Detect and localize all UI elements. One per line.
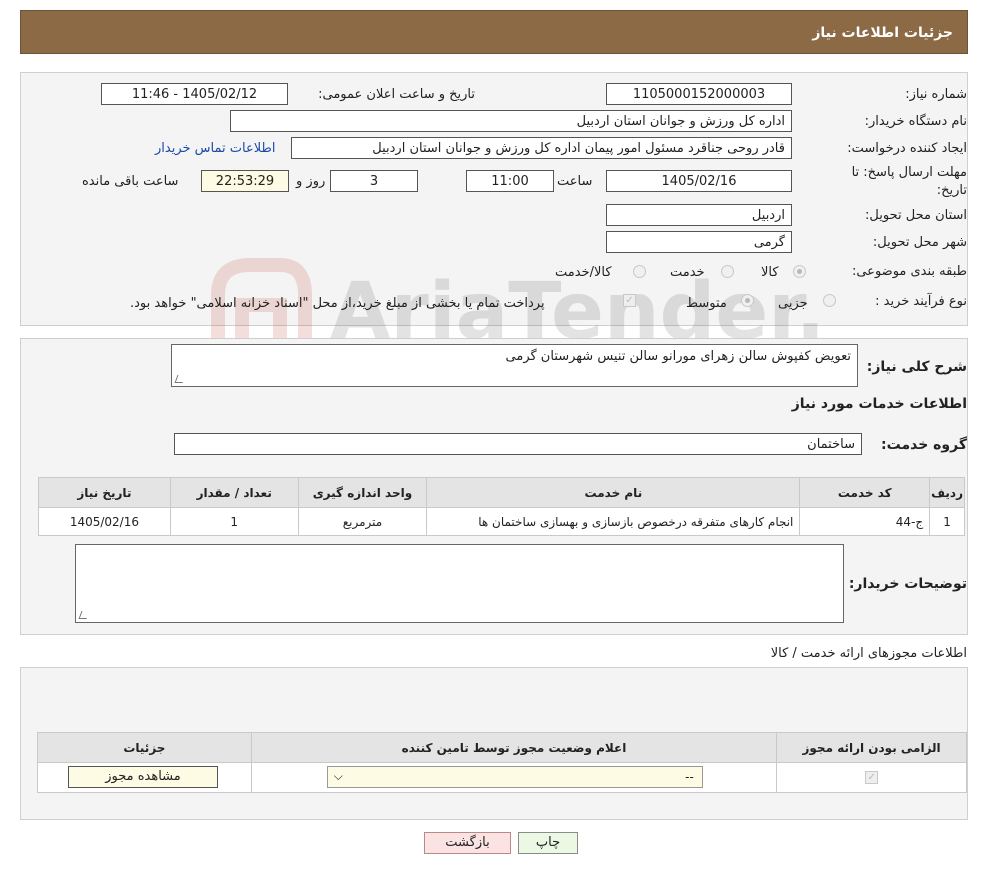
cell-permit-required: ✓: [776, 762, 967, 793]
services-table-header: ردیف کد خدمت نام خدمت واحد اندازه گیری ت…: [38, 477, 965, 508]
deadline-date-field: 1405/02/16: [606, 170, 792, 192]
payment-note: پرداخت تمام یا بخشی از مبلغ خرید،از محل …: [130, 296, 545, 311]
creator-label: ایجاد کننده درخواست:: [847, 141, 967, 156]
permits-table: الزامی بودن ارائه مجوز اعلام وضعیت مجوز …: [37, 732, 967, 793]
buyer-notes-textarea[interactable]: [75, 544, 844, 623]
deadline-time-field: 11:00: [466, 170, 554, 192]
deadline-label: مهلت ارسال پاسخ: تا: [851, 165, 967, 180]
category-radio-goods[interactable]: [793, 265, 806, 278]
summary-textarea[interactable]: تعویض کفپوش سالن زهرای مورانو سالن تنیس …: [171, 344, 858, 387]
col-quantity: تعداد / مقدار: [169, 477, 299, 508]
permits-section-title: اطلاعات مجوزهای ارائه خدمت / کالا: [770, 646, 967, 661]
view-permit-button[interactable]: مشاهده مجوز: [68, 766, 218, 788]
announce-date-label: تاریخ و ساعت اعلان عمومی:: [318, 87, 475, 102]
table-row: 1 ج-44 انجام کارهای متفرقه درخصوص بازساز…: [38, 507, 965, 536]
category-radio-goods-service[interactable]: [633, 265, 646, 278]
service-group-label: گروه خدمت:: [881, 437, 967, 453]
cell-permit-details: مشاهده مجوز: [37, 762, 252, 793]
province-label: استان محل تحویل:: [865, 208, 967, 223]
buyer-notes-label: توضیحات خریدار:: [848, 576, 967, 592]
col-permit-status: اعلام وضعیت مجوز توسط تامین کننده: [250, 732, 778, 763]
category-label: طبقه بندی موضوعی:: [851, 264, 967, 279]
cell-service-code: ج-44: [799, 507, 931, 536]
resize-grip-icon[interactable]: [174, 375, 186, 383]
need-number-label: شماره نیاز:: [905, 87, 967, 102]
category-option-service: خدمت: [670, 265, 705, 280]
col-permit-required: الزامی بودن ارائه مجوز: [776, 732, 967, 763]
buyer-org-field: اداره کل ورزش و جوانان استان اردبیل: [230, 110, 792, 132]
province-field: اردبیل: [606, 204, 792, 226]
process-radio-minor[interactable]: [823, 294, 836, 307]
resize-grip-icon[interactable]: [78, 611, 90, 619]
category-option-goods: کالا: [761, 265, 779, 280]
cell-row-number: 1: [929, 507, 965, 536]
back-button[interactable]: بازگشت: [424, 832, 511, 854]
col-unit: واحد اندازه گیری: [297, 477, 428, 508]
summary-label: شرح کلی نیاز:: [866, 359, 967, 375]
summary-text: تعویض کفپوش سالن زهرای مورانو سالن تنیس …: [505, 349, 851, 364]
days-label: روز و: [296, 174, 326, 189]
cell-quantity: 1: [169, 507, 299, 536]
permit-required-checkbox[interactable]: ✓: [865, 771, 879, 784]
service-group-field: ساختمان: [174, 433, 862, 455]
need-number-field: 1105000152000003: [606, 83, 792, 105]
page-title: جزئیات اطلاعات نیاز: [812, 25, 953, 41]
remaining-time-field: 22:53:29: [201, 170, 289, 192]
cell-unit: مترمربع: [297, 507, 428, 536]
announce-date-field: 1405/02/12 - 11:46: [101, 83, 288, 105]
cell-service-name: انجام کارهای متفرقه درخصوص بازسازی و بهس…: [426, 507, 801, 536]
permit-status-value: --: [685, 770, 694, 784]
cell-permit-status: ⌵ --: [250, 762, 778, 793]
services-table: ردیف کد خدمت نام خدمت واحد اندازه گیری ت…: [38, 477, 965, 536]
permit-status-select[interactable]: ⌵ --: [326, 766, 703, 788]
print-button[interactable]: چاپ: [518, 832, 578, 854]
page-title-bar: جزئیات اطلاعات نیاز: [20, 10, 968, 54]
remaining-time-label: ساعت باقی مانده: [82, 174, 179, 189]
table-row: ✓ ⌵ -- مشاهده مجوز: [37, 762, 967, 793]
col-service-code: کد خدمت: [799, 477, 931, 508]
creator-field: قادر روحی جناقرد مسئول امور پیمان اداره …: [291, 137, 792, 159]
cell-need-date: 1405/02/16: [38, 507, 171, 536]
col-permit-details: جزئیات: [37, 732, 252, 763]
chevron-down-icon: ⌵: [333, 769, 343, 783]
city-field: گرمی: [606, 231, 792, 253]
col-need-date: تاریخ نیاز: [38, 477, 171, 508]
buyer-notes-text: [76, 545, 843, 553]
process-type-label: نوع فرآیند خرید :: [875, 294, 967, 309]
process-option-minor: جزیی: [778, 296, 808, 311]
col-row-number: ردیف: [929, 477, 965, 508]
category-radio-service[interactable]: [721, 265, 734, 278]
col-service-name: نام خدمت: [426, 477, 801, 508]
process-option-medium: متوسط: [686, 296, 727, 311]
deadline-hour-label: ساعت: [557, 174, 593, 189]
buyer-org-label: نام دستگاه خریدار:: [864, 114, 967, 129]
permits-table-header: الزامی بودن ارائه مجوز اعلام وضعیت مجوز …: [37, 732, 967, 763]
process-radio-medium[interactable]: [741, 294, 754, 307]
remaining-days-field: 3: [330, 170, 418, 192]
city-label: شهر محل تحویل:: [872, 235, 967, 250]
deadline-label-date: تاریخ:: [936, 183, 967, 198]
buyer-contact-link[interactable]: اطلاعات تماس خریدار: [155, 141, 275, 156]
payment-checkbox[interactable]: ✓: [623, 294, 636, 307]
category-option-goods-service: کالا/خدمت: [555, 265, 612, 280]
services-section-title: اطلاعات خدمات مورد نیاز: [791, 396, 967, 412]
